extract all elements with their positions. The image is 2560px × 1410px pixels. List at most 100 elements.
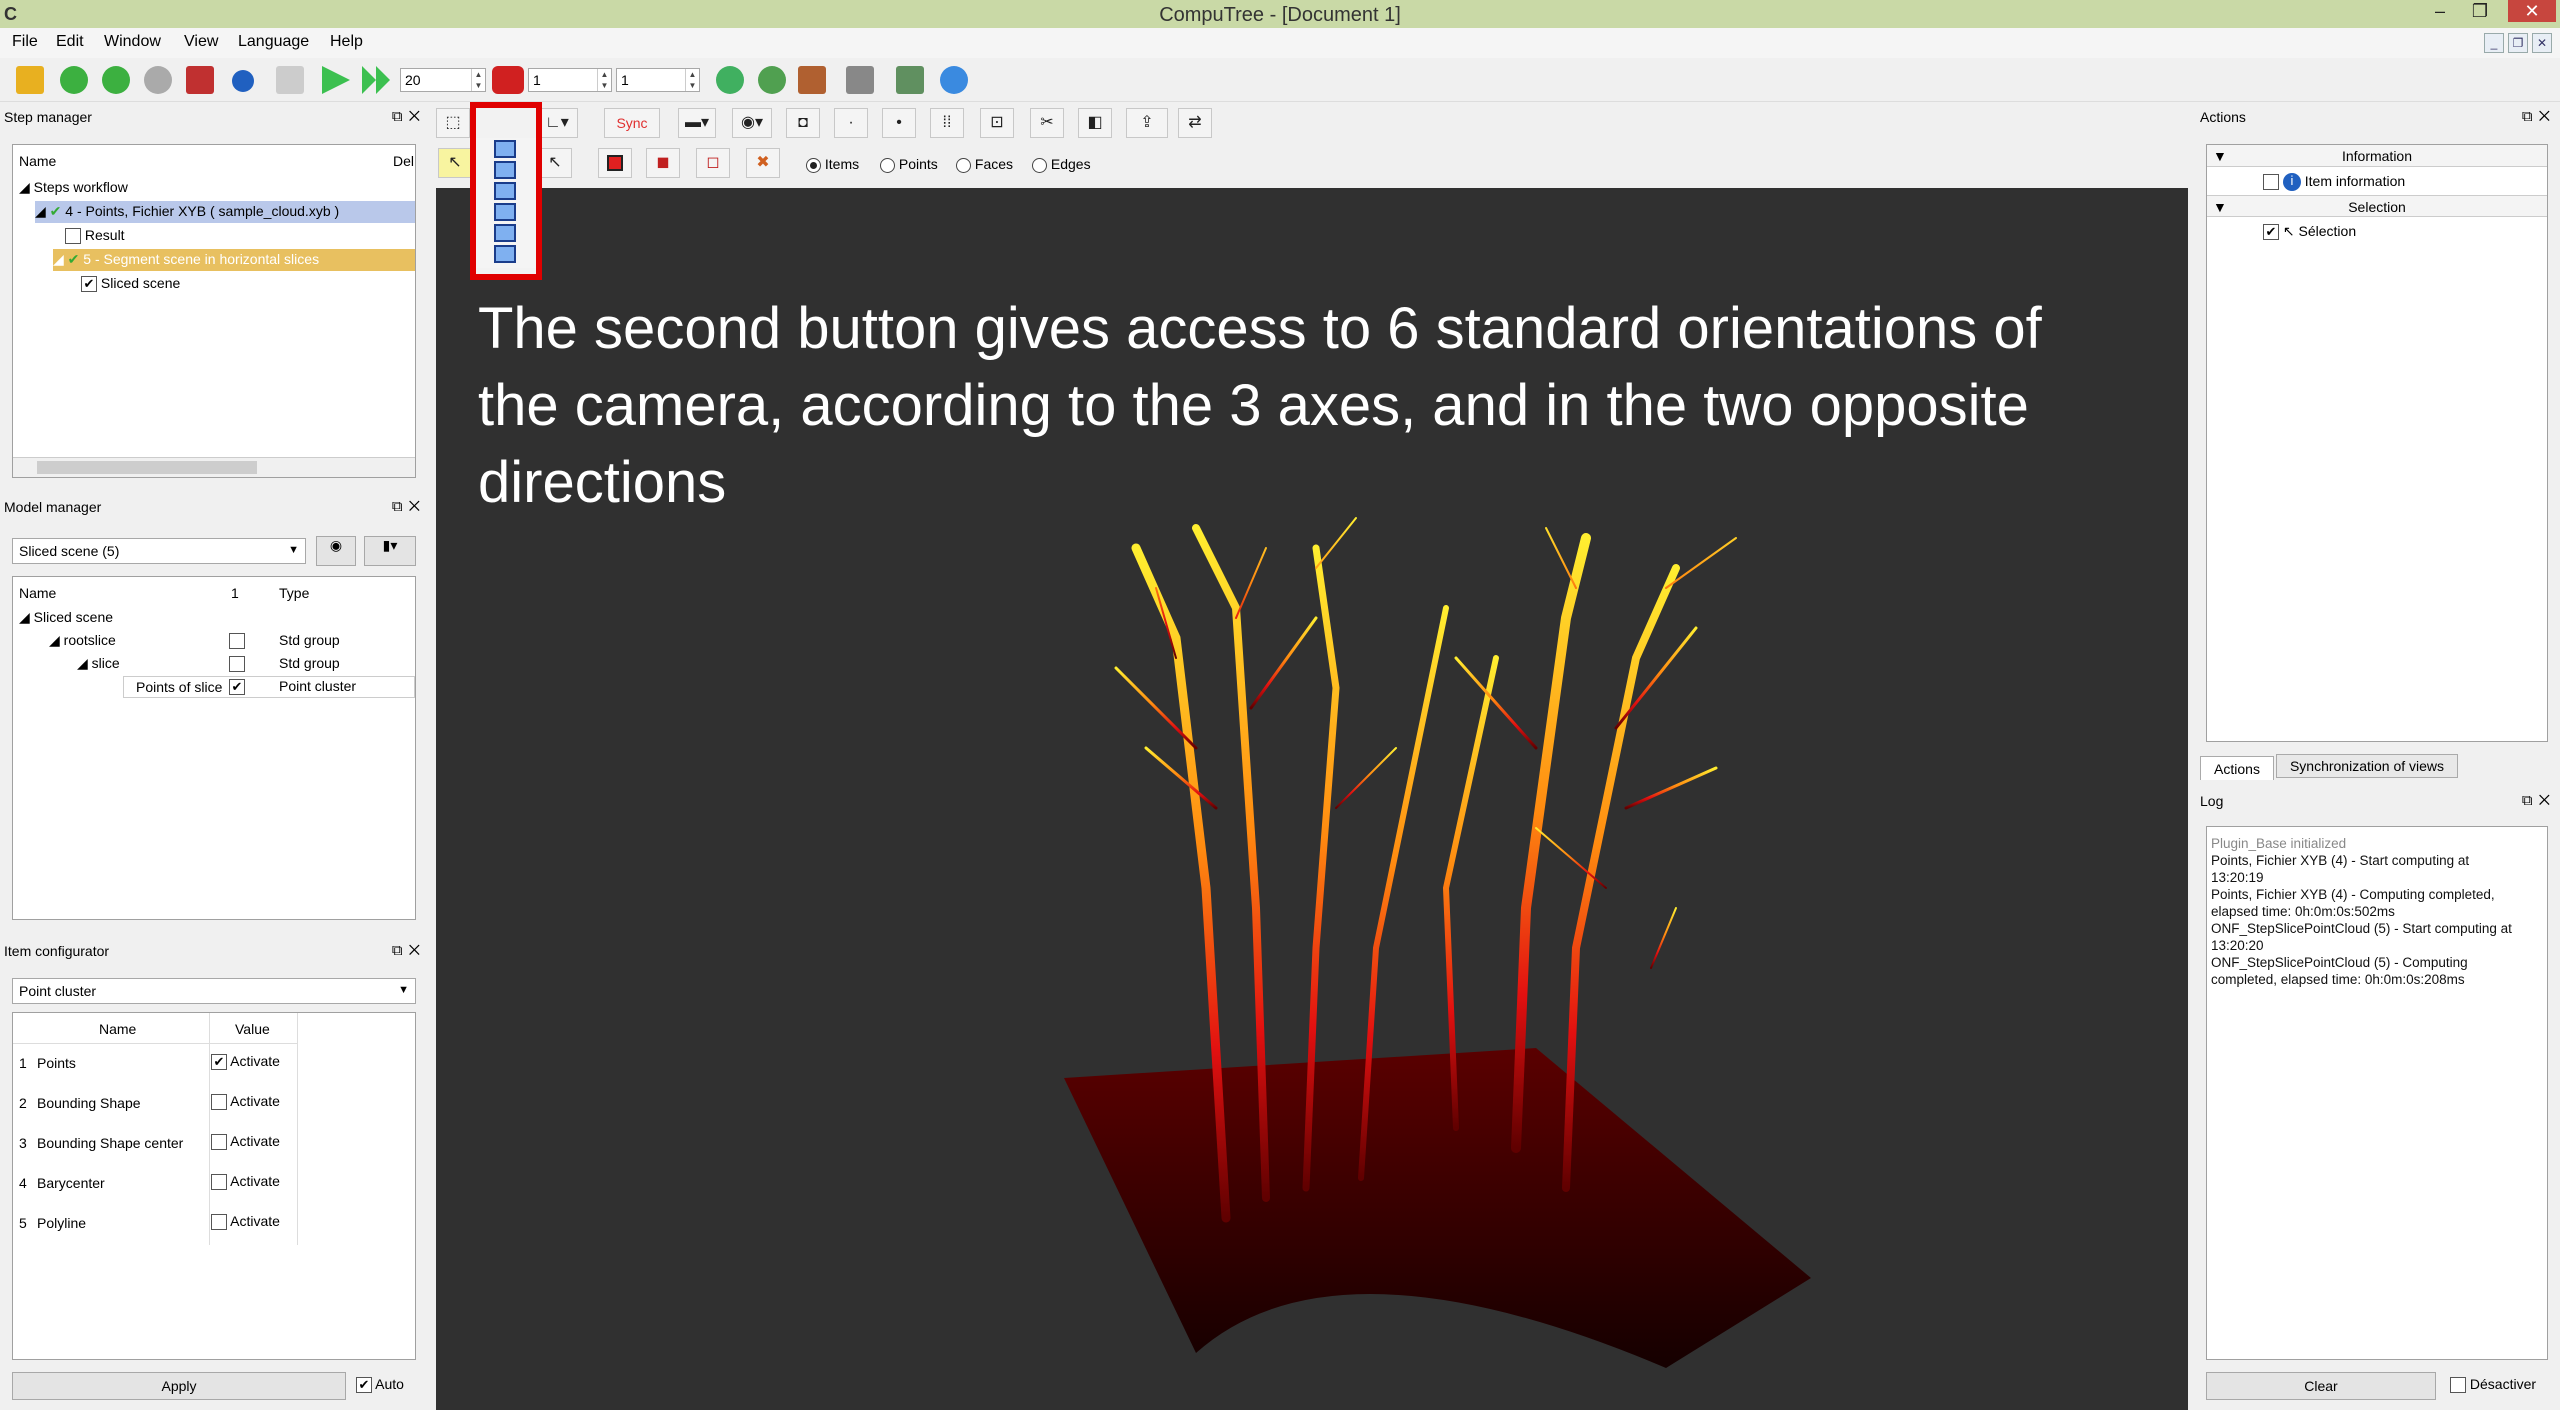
plugin-manage-icon[interactable] — [758, 66, 786, 94]
model-checkbox[interactable]: ✔ — [229, 678, 245, 696]
grid-icon[interactable]: ⁞⁞ — [930, 108, 964, 138]
help-icon[interactable] — [940, 66, 968, 94]
spinbox-3[interactable]: 1 ▲ ▼ — [616, 68, 700, 92]
radio-items[interactable]: Items — [806, 156, 859, 173]
clear-selection-icon[interactable]: ✖ — [746, 148, 780, 178]
bottom-view-icon[interactable] — [494, 245, 516, 263]
fast-forward-icon[interactable] — [362, 66, 390, 94]
screenshot-icon[interactable]: ◘ — [786, 108, 820, 138]
horizontal-scrollbar[interactable] — [13, 457, 415, 477]
row-value[interactable]: Activate — [211, 1173, 280, 1191]
model-row[interactable]: ◢ Sliced scene — [19, 609, 113, 626]
point-large-icon[interactable]: • — [882, 108, 916, 138]
row-value[interactable]: Activate — [211, 1213, 280, 1231]
mdi-restore-button[interactable]: ❐ — [2508, 33, 2528, 53]
auto-checkbox[interactable]: ✔ — [356, 1377, 372, 1394]
tab-actions[interactable]: Actions — [2200, 756, 2274, 780]
right-view-icon[interactable] — [494, 203, 516, 221]
model-row-selected[interactable]: Points of slice — [123, 676, 415, 698]
row-value[interactable]: Activate — [211, 1093, 280, 1111]
mdi-minimize-button[interactable]: _ — [2484, 33, 2504, 53]
stop-icon[interactable] — [144, 66, 172, 94]
fit-view-icon[interactable]: ⬚ — [436, 108, 470, 138]
point-small-icon[interactable]: · — [834, 108, 868, 138]
actions-tree[interactable]: ▼ Information i Item information ▼ Selecti… — [2206, 144, 2548, 742]
tree-row-result[interactable]: Result — [65, 227, 125, 245]
step-count-spinbox[interactable]: 20 ▲ ▼ — [400, 68, 486, 92]
apply-button[interactable]: Apply — [12, 1372, 346, 1400]
export-icon[interactable]: ⇪ — [1126, 108, 1168, 138]
panel-buttons[interactable]: ⧉✕ — [392, 942, 426, 959]
menu-edit[interactable]: Edit — [56, 33, 84, 51]
model-tree[interactable]: Name 1 Type ◢ Sliced scene ◢ rootslice S… — [12, 576, 416, 920]
model-combo[interactable]: Sliced scene (5) ▼ — [12, 538, 306, 564]
model-row[interactable]: ◢ rootslice — [49, 632, 116, 649]
swap-icon[interactable]: ⇄ — [1178, 108, 1212, 138]
sliced-checkbox[interactable]: ✔ — [81, 276, 97, 293]
item-table[interactable]: Name Value 1 Points ✔ Activate 2 Boundin… — [12, 1012, 416, 1360]
information-section[interactable]: ▼ Information — [2207, 145, 2547, 167]
model-checkbox[interactable] — [229, 632, 245, 650]
camera-icon[interactable]: ▬▾ — [678, 108, 716, 138]
back-view-icon[interactable] — [494, 161, 516, 179]
item-combo[interactable]: Point cluster ▼ — [12, 978, 416, 1004]
menu-window[interactable]: Window — [104, 33, 161, 51]
menu-view[interactable]: View — [184, 33, 218, 51]
steps-list-icon[interactable] — [798, 66, 826, 94]
tree-row-workflow[interactable]: ◢ Steps workflow — [19, 179, 128, 196]
clear-button[interactable]: Clear — [2206, 1372, 2436, 1400]
panel-buttons[interactable]: ⧉✕ — [2522, 108, 2556, 125]
sync-button[interactable]: Sync — [604, 108, 660, 138]
radio-faces[interactable]: Faces — [956, 156, 1013, 173]
color-button[interactable]: ◉ — [316, 536, 356, 566]
contrast-icon[interactable]: ◧ — [1078, 108, 1112, 138]
pointer-icon[interactable]: ↖ — [538, 148, 572, 178]
scrollbar-thumb[interactable] — [37, 461, 257, 474]
auto-toggle[interactable]: ✔ Auto — [356, 1376, 404, 1394]
eye-icon[interactable]: ◉▾ — [732, 108, 772, 138]
tree-row-sliced[interactable]: ✔ Sliced scene — [81, 275, 180, 293]
radio-edges[interactable]: Edges — [1032, 156, 1091, 173]
item-information-row[interactable]: i Item information — [2263, 173, 2405, 192]
row-value[interactable]: ✔ Activate — [211, 1053, 280, 1071]
tools-icon[interactable]: ✂ — [1030, 108, 1064, 138]
3d-view[interactable]: The second button gives access to 6 stan… — [436, 188, 2188, 1410]
top-view-icon[interactable] — [494, 224, 516, 242]
restore-button[interactable]: ❐ — [2460, 0, 2500, 22]
play-icon[interactable] — [322, 66, 350, 94]
disable-checkbox[interactable] — [2450, 1377, 2466, 1394]
frame-icon[interactable]: ⊡ — [980, 108, 1014, 138]
front-view-icon[interactable] — [494, 140, 516, 158]
plugin-icon[interactable] — [716, 66, 744, 94]
select-cursor-icon[interactable]: ↖ — [438, 148, 472, 178]
tree-row-step-4[interactable]: ◢ ✔ 4 - Points, Fichier XYB ( sample_clo… — [35, 201, 415, 223]
record-icon[interactable] — [492, 66, 524, 94]
save-icon[interactable] — [186, 66, 214, 94]
menu-help[interactable]: Help — [330, 33, 363, 51]
row-value[interactable]: Activate — [211, 1133, 280, 1151]
model-row[interactable]: ◢ slice — [77, 655, 120, 672]
tools-icon[interactable] — [846, 66, 874, 94]
selection-section[interactable]: ▼ Selection — [2207, 195, 2547, 217]
gradient-button[interactable]: ▮▾ — [364, 536, 416, 566]
script-icon[interactable] — [276, 66, 304, 94]
run-icon[interactable] — [102, 66, 130, 94]
add-selection-icon[interactable]: ◼ — [646, 148, 680, 178]
settings-icon[interactable] — [896, 66, 924, 94]
mdi-close-button[interactable]: ✕ — [2532, 33, 2552, 53]
panel-buttons[interactable]: ⧉✕ — [392, 108, 426, 125]
info-icon[interactable] — [232, 70, 254, 92]
panel-buttons[interactable]: ⧉✕ — [392, 498, 426, 515]
minimize-button[interactable]: – — [2420, 0, 2460, 22]
menu-file[interactable]: File — [12, 33, 38, 51]
close-button[interactable]: ✕ — [2508, 0, 2556, 22]
tree-row-step-5[interactable]: ◢ ✔ 5 - Segment scene in horizontal slic… — [53, 249, 415, 271]
step-tree[interactable]: Name Del ◢ Steps workflow ◢ ✔ 4 - Points… — [12, 144, 416, 478]
select-red-icon[interactable] — [598, 148, 632, 178]
add-step-icon[interactable] — [60, 66, 88, 94]
model-checkbox[interactable] — [229, 655, 245, 673]
menu-language[interactable]: Language — [238, 33, 309, 51]
result-checkbox[interactable] — [65, 228, 81, 245]
disable-toggle[interactable]: Désactiver — [2450, 1376, 2536, 1394]
radio-points[interactable]: Points — [880, 156, 938, 173]
